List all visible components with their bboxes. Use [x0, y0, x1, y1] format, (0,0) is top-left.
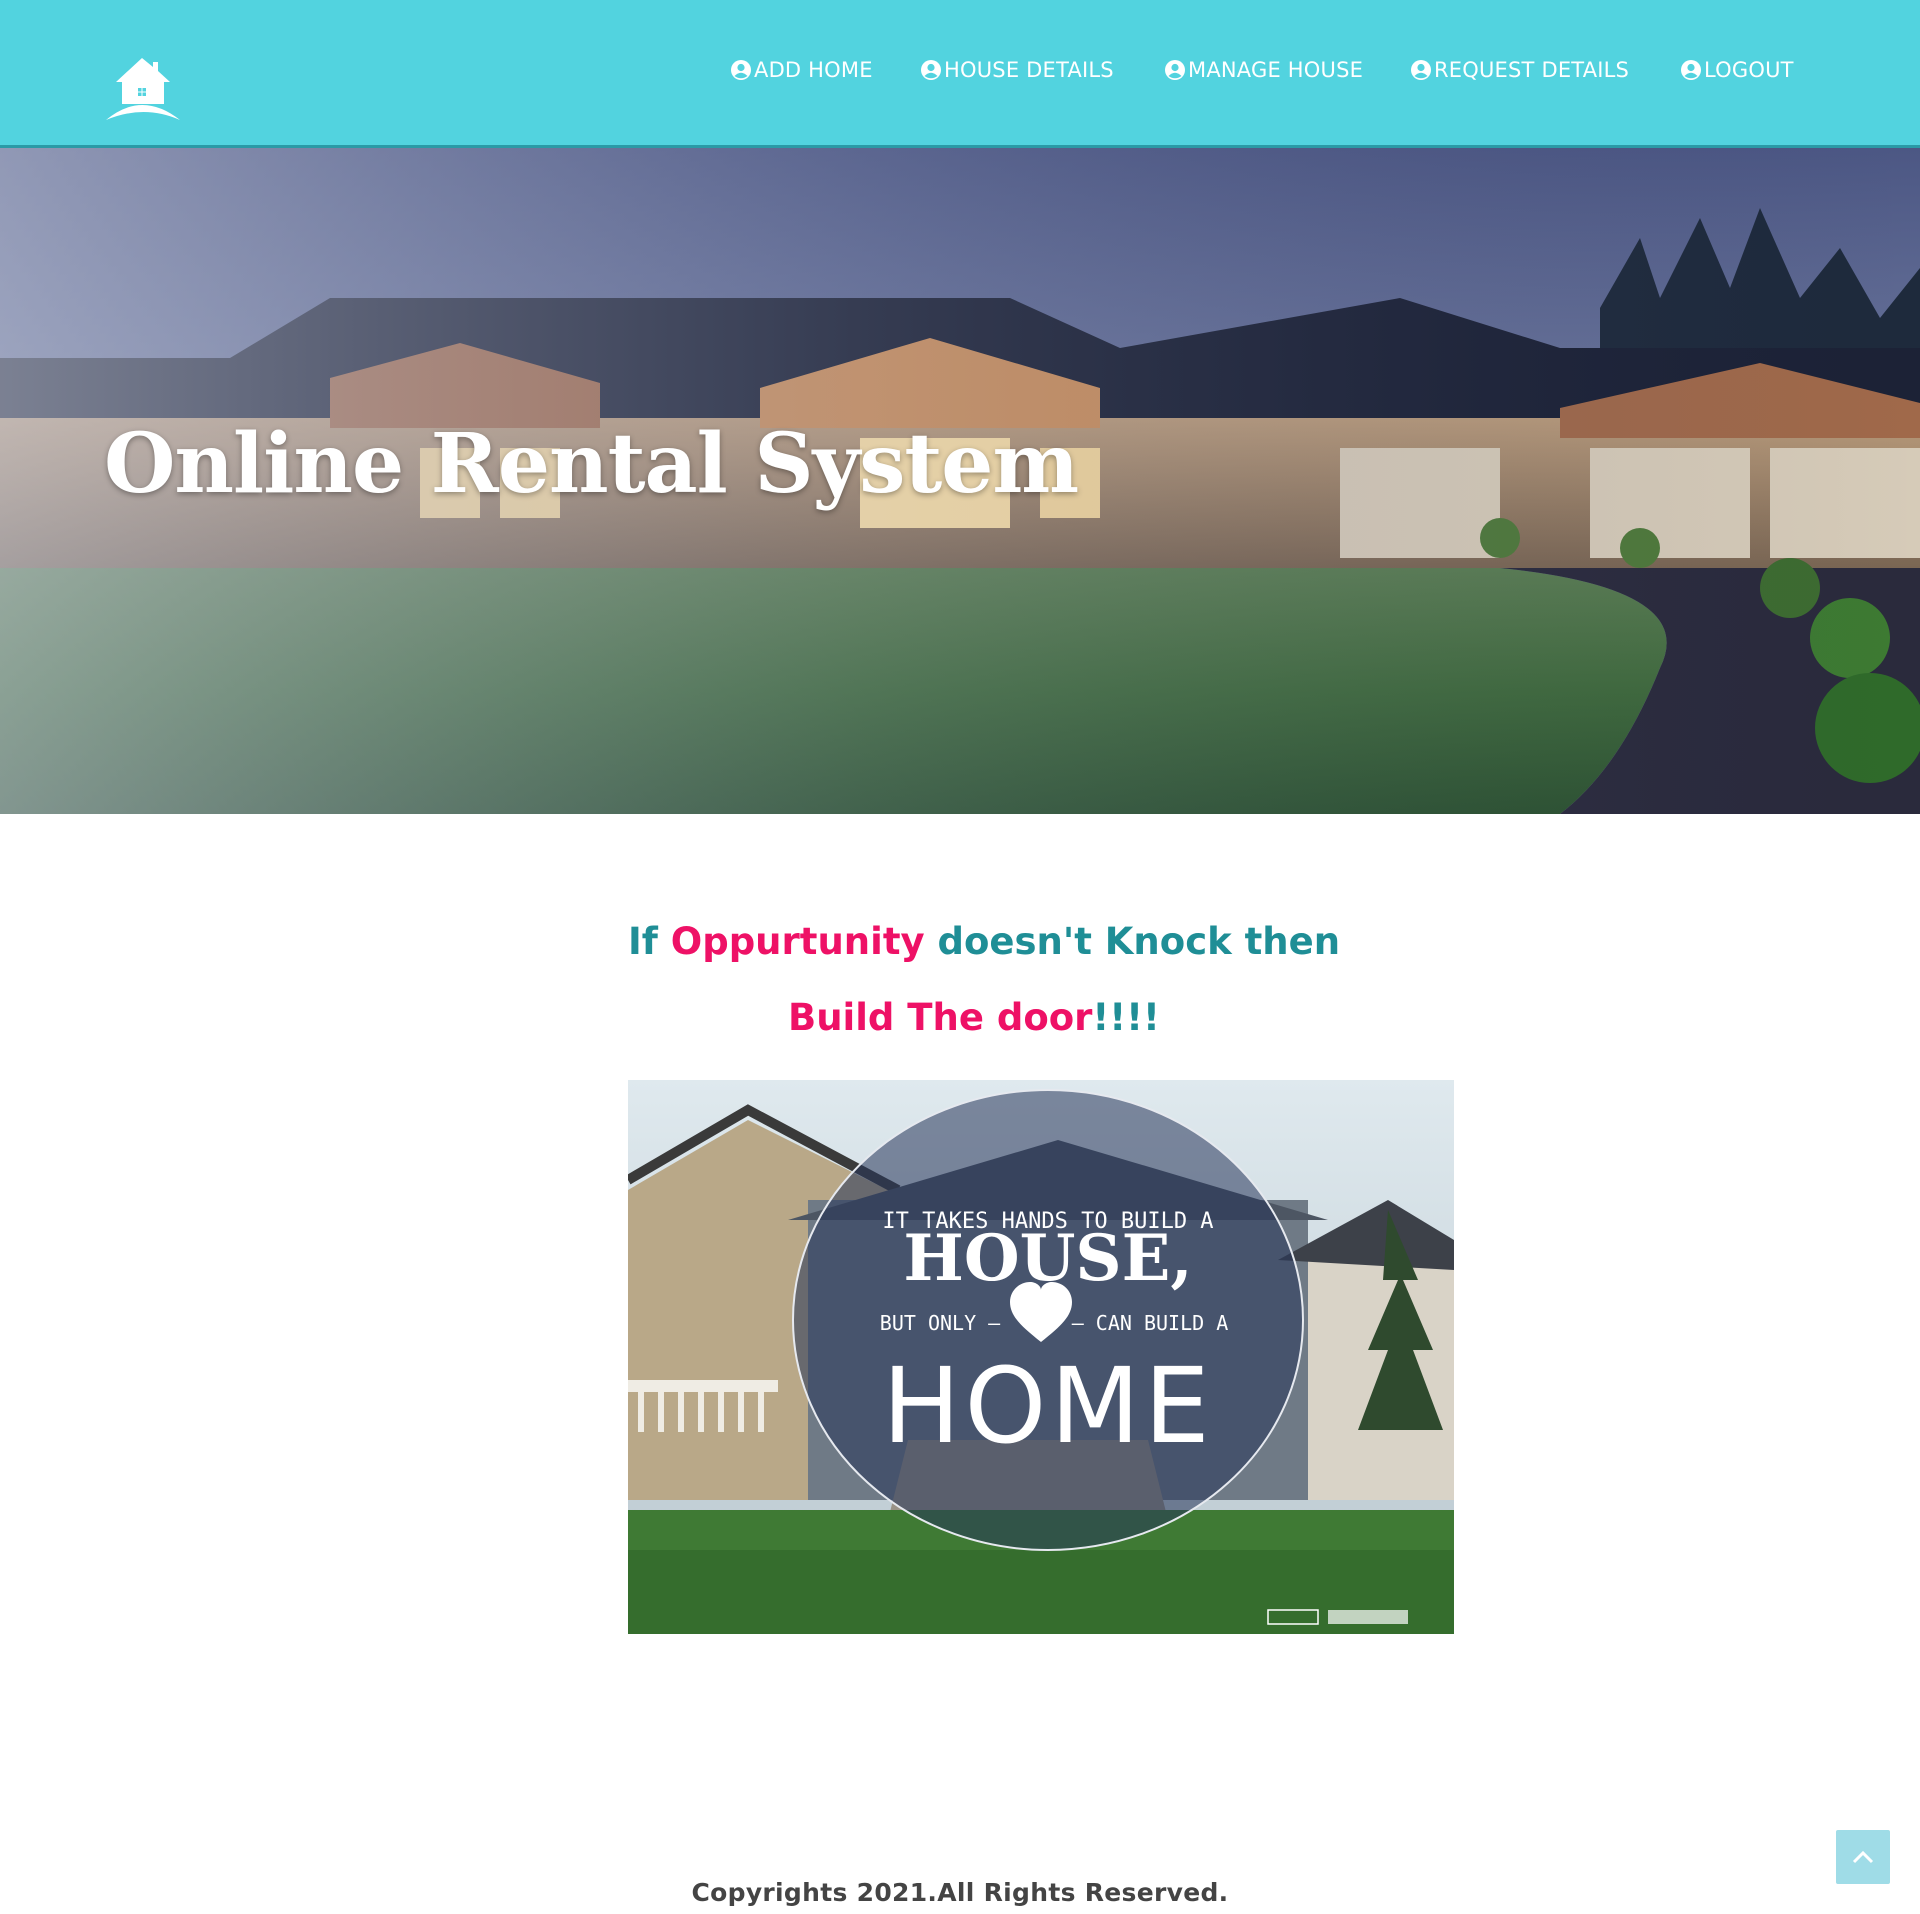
hero-title: Online Rental System — [104, 416, 1079, 512]
footer-copyright: Copyrights 2021.All Rights Reserved. — [691, 1878, 1229, 1907]
quote-text: doesn't Knock then — [924, 920, 1341, 963]
scroll-to-top-button[interactable] — [1836, 1830, 1890, 1884]
nav-manage-house[interactable]: MANAGE HOUSE — [1164, 58, 1363, 82]
nav-label: ADD HOME — [754, 58, 873, 82]
user-circle-icon — [1410, 59, 1432, 81]
user-circle-icon — [920, 59, 942, 81]
poster-text-line3-left: BUT ONLY — — [880, 1311, 1001, 1335]
site-header: ADD HOME HOUSE DETAILS MANAGE HOUSE REQU… — [0, 0, 1920, 148]
nav-label: LOGOUT — [1704, 58, 1794, 82]
nav-house-details[interactable]: HOUSE DETAILS — [920, 58, 1114, 82]
quote-highlight: Build The door — [788, 996, 1093, 1039]
poster-text-line3-right: — CAN BUILD A — [1072, 1311, 1229, 1335]
nav-request-details[interactable]: REQUEST DETAILS — [1410, 58, 1629, 82]
nav-label: REQUEST DETAILS — [1434, 58, 1630, 82]
nav-label: HOUSE DETAILS — [944, 58, 1114, 82]
nav-add-home[interactable]: ADD HOME — [730, 58, 873, 82]
user-circle-icon — [1680, 59, 1702, 81]
hero-banner: Online Rental System — [0, 148, 1920, 814]
house-logo-icon[interactable] — [104, 56, 184, 124]
quote-text: If — [628, 920, 671, 963]
chevron-up-icon — [1852, 1850, 1874, 1864]
quote-line-2: Build The door!!!! — [788, 996, 1160, 1039]
nav-logout[interactable]: LOGOUT — [1680, 58, 1794, 82]
quote-line-1: If Oppurtunity doesn't Knock then — [628, 920, 1340, 963]
nav-label: MANAGE HOUSE — [1188, 58, 1364, 82]
quote-highlight: Oppurtunity — [670, 920, 925, 963]
home-quote-poster: IT TAKES HANDS TO BUILD A HOUSE, BUT ONL… — [628, 1080, 1454, 1634]
poster-text-line4: HOME — [882, 1345, 1214, 1467]
poster-text-line2: HOUSE, — [903, 1221, 1192, 1296]
user-circle-icon — [730, 59, 752, 81]
user-circle-icon — [1164, 59, 1186, 81]
quote-text: !!!! — [1092, 996, 1160, 1039]
